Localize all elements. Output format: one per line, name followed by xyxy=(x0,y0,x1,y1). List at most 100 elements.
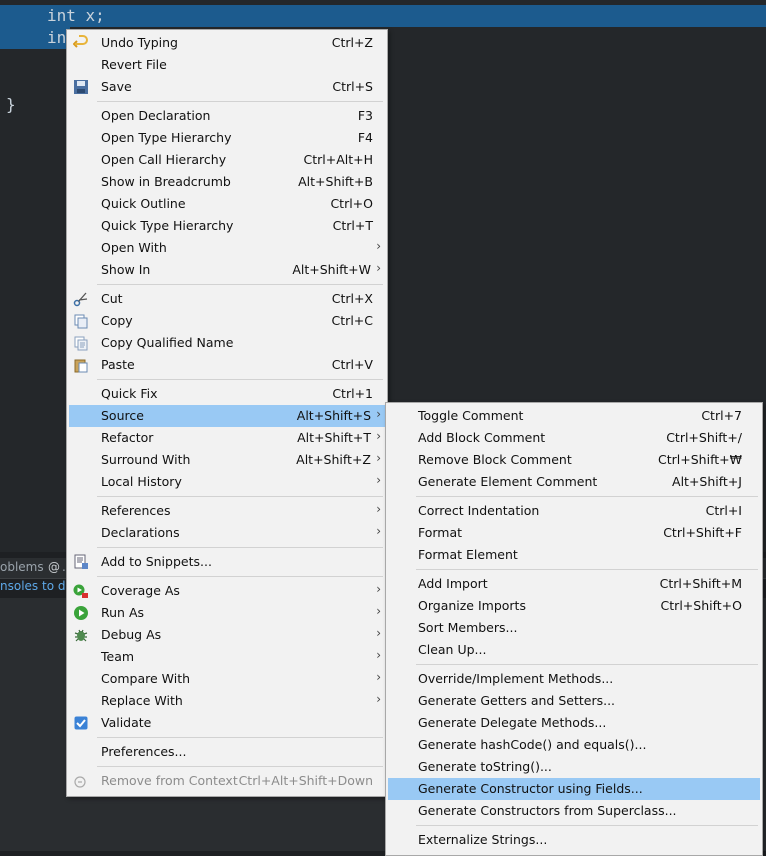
selected-line-1 xyxy=(0,5,766,27)
menu-item-remove-from-context[interactable]: Remove from Context Ctrl+Alt+Shift+Down xyxy=(69,770,385,792)
submenu-item-generate-delegate-methods[interactable]: Generate Delegate Methods... xyxy=(388,712,760,734)
menu-item-shortcut: Ctrl+7 xyxy=(701,408,742,423)
menu-item-copy[interactable]: Copy Ctrl+C xyxy=(69,310,385,332)
menu-item-open-with[interactable]: Open With › xyxy=(69,237,385,259)
submenu-item-format-element[interactable]: Format Element xyxy=(388,544,760,566)
menu-item-label: Quick Outline xyxy=(101,196,186,211)
submenu-item-sort-members[interactable]: Sort Members... xyxy=(388,617,760,639)
submenu-item-correct-indentation[interactable]: Correct Indentation Ctrl+I xyxy=(388,500,760,522)
menu-item-shortcut: Ctrl+V xyxy=(331,357,373,372)
menu-item-shortcut: Ctrl+O xyxy=(330,196,373,211)
submenu-item-generate-constructors-from-superclass[interactable]: Generate Constructors from Superclass... xyxy=(388,800,760,822)
submenu-item-externalize-strings[interactable]: Externalize Strings... xyxy=(388,829,760,851)
menu-item-shortcut: Ctrl+Z xyxy=(331,35,373,50)
menu-item-label: Save xyxy=(101,79,132,94)
menu-item-paste[interactable]: Paste Ctrl+V xyxy=(69,354,385,376)
submenu-item-add-block-comment[interactable]: Add Block Comment Ctrl+Shift+/ xyxy=(388,427,760,449)
menu-item-shortcut: Ctrl+Shift+M xyxy=(659,576,742,591)
menu-item-shortcut: Ctrl+Alt+H xyxy=(303,152,373,167)
checkbox-icon xyxy=(73,715,89,731)
menu-item-shortcut: Alt+Shift+T xyxy=(297,430,371,445)
submenu-item-override-implement-methods[interactable]: Override/Implement Methods... xyxy=(388,668,760,690)
menu-item-source[interactable]: Source Alt+Shift+S › xyxy=(69,405,385,427)
menu-separator xyxy=(416,569,758,570)
paste-icon xyxy=(73,357,89,373)
menu-item-shortcut: Ctrl+Shift+F xyxy=(663,525,742,540)
menu-item-team[interactable]: Team › xyxy=(69,646,385,668)
menu-item-show-in-breadcrumb[interactable]: Show in Breadcrumb Alt+Shift+B xyxy=(69,171,385,193)
menu-item-validate[interactable]: Validate xyxy=(69,712,385,734)
menu-item-quick-type-hierarchy[interactable]: Quick Type Hierarchy Ctrl+T xyxy=(69,215,385,237)
submenu-item-format[interactable]: Format Ctrl+Shift+F xyxy=(388,522,760,544)
menu-item-label: Generate Constructor using Fields... xyxy=(418,781,643,796)
submenu-item-organize-imports[interactable]: Organize Imports Ctrl+Shift+O xyxy=(388,595,760,617)
submenu-item-remove-block-comment[interactable]: Remove Block Comment Ctrl+Shift+₩ xyxy=(388,449,760,471)
submenu-item-generate-getters-and-setters[interactable]: Generate Getters and Setters... xyxy=(388,690,760,712)
menu-item-shortcut: F3 xyxy=(357,108,373,123)
menu-item-copy-qualified-name[interactable]: Copy Qualified Name xyxy=(69,332,385,354)
copy-qualified-icon xyxy=(73,335,89,351)
menu-item-label: Debug As xyxy=(101,627,162,642)
menu-item-shortcut: Alt+Shift+Z xyxy=(296,452,371,467)
menu-item-surround-with[interactable]: Surround With Alt+Shift+Z › xyxy=(69,449,385,471)
menu-item-references[interactable]: References › xyxy=(69,500,385,522)
submenu-item-generate-hashcode-and-equals[interactable]: Generate hashCode() and equals()... xyxy=(388,734,760,756)
menu-item-preferences[interactable]: Preferences... xyxy=(69,741,385,763)
submenu-item-toggle-comment[interactable]: Toggle Comment Ctrl+7 xyxy=(388,405,760,427)
menu-separator xyxy=(97,737,383,738)
menu-item-label: Generate Getters and Setters... xyxy=(418,693,616,708)
menu-item-label: Team xyxy=(101,649,135,664)
menu-item-shortcut: Ctrl+Shift+O xyxy=(660,598,742,613)
menu-item-shortcut: Alt+Shift+J xyxy=(672,474,742,489)
menu-item-declarations[interactable]: Declarations › xyxy=(69,522,385,544)
menu-item-local-history[interactable]: Local History › xyxy=(69,471,385,493)
chevron-right-icon: › xyxy=(376,407,381,421)
menu-item-refactor[interactable]: Refactor Alt+Shift+T › xyxy=(69,427,385,449)
submenu-item-generate-tostring[interactable]: Generate toString()... xyxy=(388,756,760,778)
menu-item-compare-with[interactable]: Compare With › xyxy=(69,668,385,690)
menu-separator xyxy=(97,766,383,767)
menu-item-label: Generate Constructors from Superclass... xyxy=(418,803,677,818)
menu-separator xyxy=(97,576,383,577)
menu-item-save[interactable]: Save Ctrl+S xyxy=(69,76,385,98)
menu-item-quick-fix[interactable]: Quick Fix Ctrl+1 xyxy=(69,383,385,405)
submenu-item-generate-element-comment[interactable]: Generate Element Comment Alt+Shift+J xyxy=(388,471,760,493)
submenu-item-add-import[interactable]: Add Import Ctrl+Shift+M xyxy=(388,573,760,595)
tab-problems[interactable]: oblems xyxy=(0,560,44,574)
menu-item-revert-file[interactable]: Revert File xyxy=(69,54,385,76)
menu-item-run-as[interactable]: Run As › xyxy=(69,602,385,624)
menu-item-open-declaration[interactable]: Open Declaration F3 xyxy=(69,105,385,127)
menu-item-coverage-as[interactable]: Coverage As › xyxy=(69,580,385,602)
snippets-icon xyxy=(73,554,89,570)
menu-item-shortcut: Ctrl+S xyxy=(332,79,373,94)
menu-item-undo-typing[interactable]: Undo Typing Ctrl+Z xyxy=(69,32,385,54)
tab-javadoc[interactable]: @ xyxy=(48,560,60,574)
menu-item-open-type-hierarchy[interactable]: Open Type Hierarchy F4 xyxy=(69,127,385,149)
save-icon xyxy=(73,79,89,95)
menu-item-label: Local History xyxy=(101,474,182,489)
menu-item-label: Run As xyxy=(101,605,145,620)
menu-item-label: Add to Snippets... xyxy=(101,554,212,569)
menu-item-label: Open With xyxy=(101,240,167,255)
scissors-icon xyxy=(73,291,89,307)
bug-icon xyxy=(73,627,89,643)
source-submenu: Toggle Comment Ctrl+7 Add Block Comment Ctr… xyxy=(385,402,763,856)
submenu-item-generate-constructor-using-fields[interactable]: Generate Constructor using Fields... xyxy=(388,778,760,800)
menu-item-label: Organize Imports xyxy=(418,598,526,613)
menu-item-label: Generate hashCode() and equals()... xyxy=(418,737,647,752)
menu-item-open-call-hierarchy[interactable]: Open Call Hierarchy Ctrl+Alt+H xyxy=(69,149,385,171)
menu-item-add-to-snippets[interactable]: Add to Snippets... xyxy=(69,551,385,573)
menu-item-quick-outline[interactable]: Quick Outline Ctrl+O xyxy=(69,193,385,215)
menu-item-show-in[interactable]: Show In Alt+Shift+W › xyxy=(69,259,385,281)
submenu-item-clean-up[interactable]: Clean Up... xyxy=(388,639,760,661)
menu-item-debug-as[interactable]: Debug As › xyxy=(69,624,385,646)
menu-item-replace-with[interactable]: Replace With › xyxy=(69,690,385,712)
chevron-right-icon: › xyxy=(376,670,381,684)
menu-item-cut[interactable]: Cut Ctrl+X xyxy=(69,288,385,310)
menu-item-label: Quick Type Hierarchy xyxy=(101,218,234,233)
menu-item-shortcut: Ctrl+X xyxy=(331,291,373,306)
menu-item-label: References xyxy=(101,503,171,518)
menu-item-label: Add Import xyxy=(418,576,488,591)
undo-icon xyxy=(72,35,89,51)
chevron-right-icon: › xyxy=(376,626,381,640)
